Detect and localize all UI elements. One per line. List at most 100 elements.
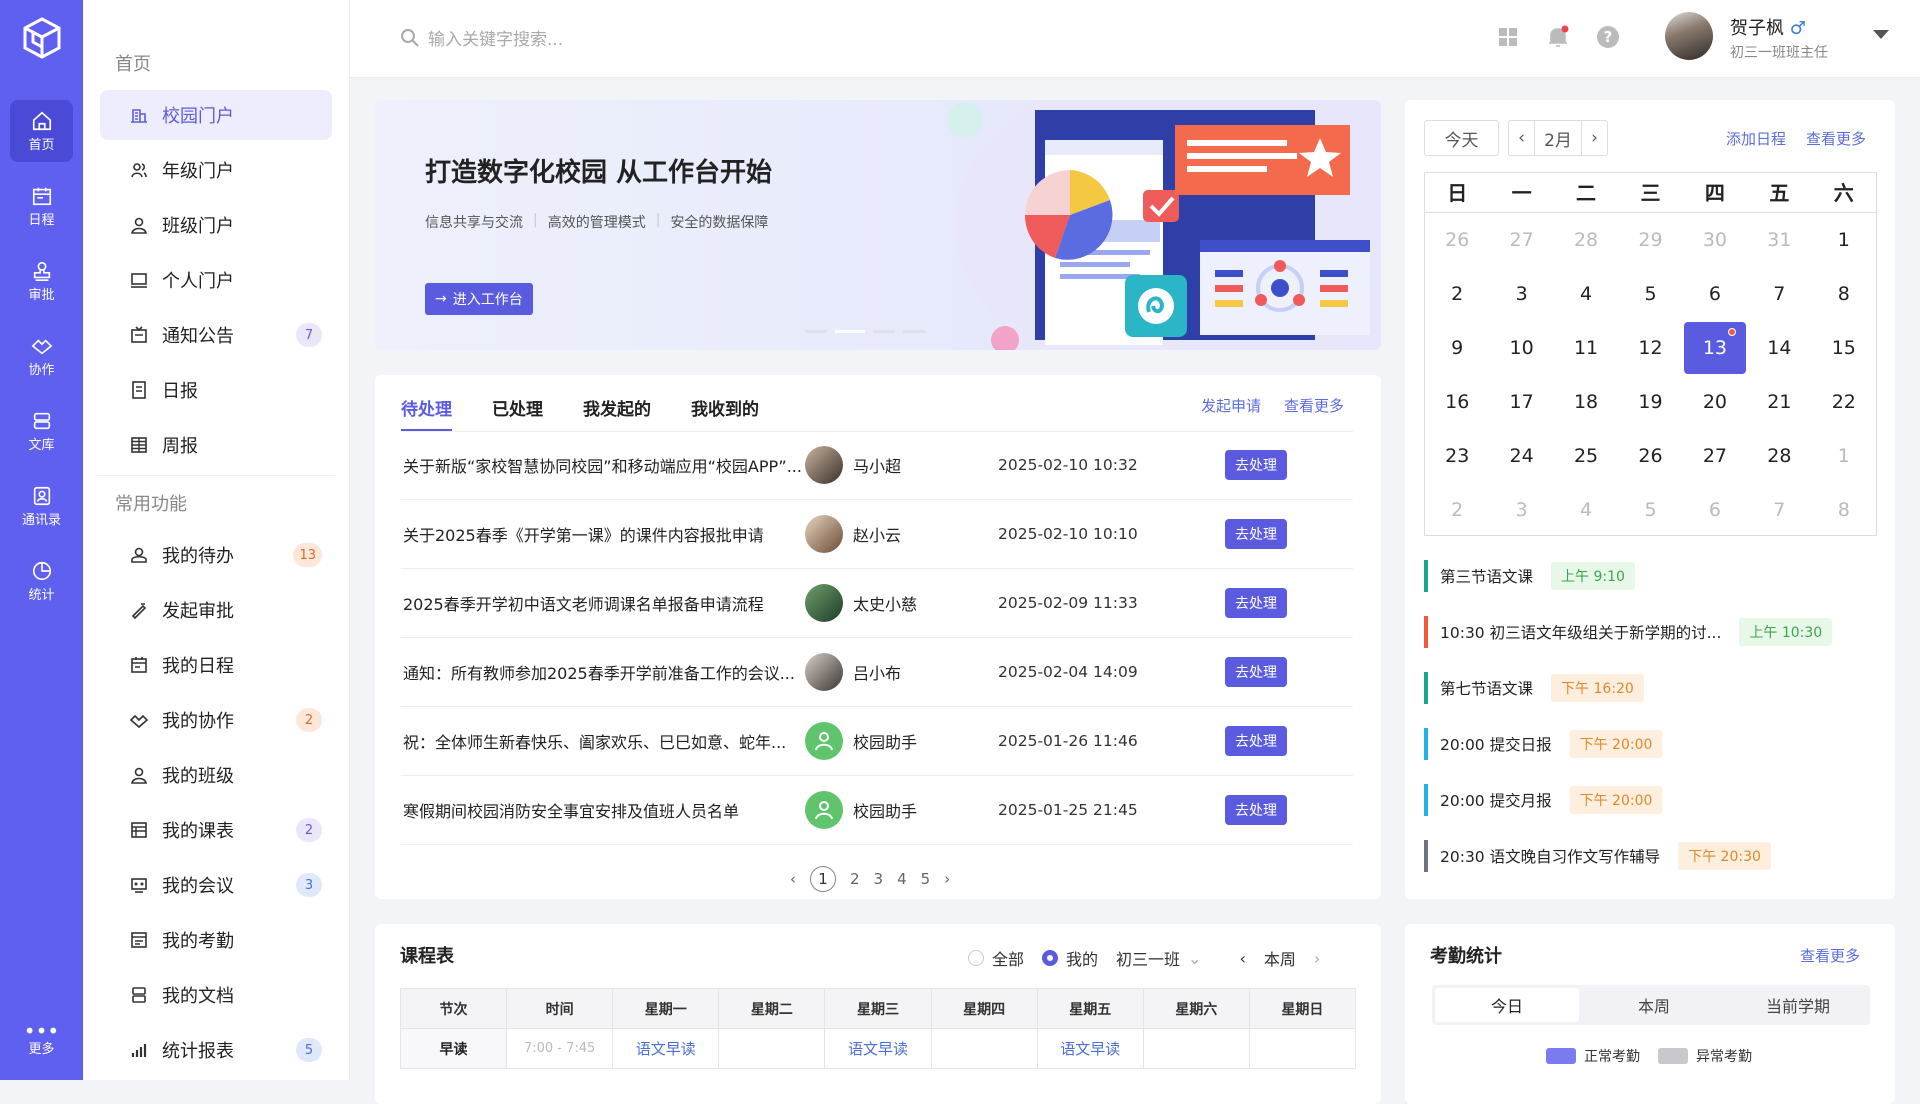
calendar-day[interactable]: 20 <box>1683 375 1747 429</box>
calendar-day[interactable]: 10 <box>1489 321 1553 375</box>
course-cell[interactable]: 语文早读 <box>1036 1028 1144 1069</box>
event-item[interactable]: 第三节语文课 上午 9:10 <box>1424 560 1635 592</box>
process-button[interactable]: 去处理 <box>1225 450 1287 480</box>
calendar-day[interactable]: 21 <box>1747 375 1811 429</box>
add-schedule-link[interactable]: 添加日程 <box>1726 128 1786 149</box>
filter-mine-radio[interactable]: 我的 <box>1042 946 1098 970</box>
sidebar-item-class-portal[interactable]: 班级门户 <box>100 200 332 250</box>
calendar-day[interactable]: 15 <box>1812 321 1876 375</box>
process-button[interactable]: 去处理 <box>1225 657 1287 687</box>
rail-item-home[interactable]: 首页 <box>10 100 73 162</box>
event-item[interactable]: 20:00 提交月报 下午 20:00 <box>1424 784 1663 816</box>
sidebar-item-daily[interactable]: 日报 <box>100 365 332 415</box>
calendar-day[interactable]: 8 <box>1812 267 1876 321</box>
table-row[interactable]: 通知：所有教师参加2025春季开学前准备工作的会议... 吕小布 2025-02… <box>401 638 1353 707</box>
event-item[interactable]: 第七节语文课 下午 16:20 <box>1424 672 1644 704</box>
sidebar-item-my-timetable[interactable]: 我的课表 2 <box>100 805 332 855</box>
process-button[interactable]: 去处理 <box>1225 726 1287 756</box>
calendar-day[interactable]: 27 <box>1489 213 1553 267</box>
calendar-day[interactable]: 8 <box>1812 483 1876 537</box>
calendar-day[interactable]: 7 <box>1747 267 1811 321</box>
calendar-day[interactable]: 5 <box>1618 483 1682 537</box>
calendar-day[interactable]: 2 <box>1425 267 1489 321</box>
apply-link[interactable]: 发起申请 <box>1201 395 1261 416</box>
sidebar-item-notice[interactable]: 通知公告 7 <box>100 310 332 360</box>
rail-item-contacts[interactable]: 通讯录 <box>10 475 73 537</box>
calendar-day[interactable]: 3 <box>1489 267 1553 321</box>
calendar-day[interactable]: 7 <box>1747 483 1811 537</box>
chevron-right-icon[interactable]: › <box>1581 121 1607 155</box>
apps-grid-icon[interactable] <box>1495 24 1521 50</box>
calendar-day[interactable]: 28 <box>1747 429 1811 483</box>
bell-icon[interactable] <box>1545 24 1571 50</box>
rail-item-stats[interactable]: 统计 <box>10 550 73 612</box>
page-3[interactable]: 3 <box>874 870 884 888</box>
course-cell[interactable]: 语文早读 <box>824 1028 932 1069</box>
calendar-day[interactable]: 1 <box>1812 429 1876 483</box>
table-row[interactable]: 2025春季开学初中语文老师调课名单报备申请流程 太史小慈 2025-02-09… <box>401 569 1353 638</box>
page-2[interactable]: 2 <box>850 870 860 888</box>
sidebar-item-my-meeting[interactable]: 我的会议 3 <box>100 860 332 910</box>
table-row[interactable]: 关于新版“家校智慧协同校园”和移动端应用“校园APP”... 马小超 2025-… <box>401 431 1353 500</box>
chevron-right-icon[interactable]: › <box>944 870 950 888</box>
table-row[interactable]: 祝：全体师生新春快乐、阖家欢乐、巳巳如意、蛇年... 校园助手 2025-01-… <box>401 707 1353 776</box>
calendar-day[interactable]: 26 <box>1618 429 1682 483</box>
calendar-day[interactable]: 4 <box>1554 483 1618 537</box>
calendar-day[interactable]: 14 <box>1747 321 1811 375</box>
calendar-day[interactable]: 22 <box>1812 375 1876 429</box>
more-link[interactable]: 查看更多 <box>1806 128 1866 149</box>
sidebar-item-my-class[interactable]: 我的班级 <box>100 750 332 800</box>
chevron-down-icon[interactable] <box>1873 30 1889 39</box>
more-link[interactable]: 查看更多 <box>1800 945 1860 966</box>
calendar-day[interactable]: 16 <box>1425 375 1489 429</box>
chevron-left-icon[interactable]: ‹ <box>1509 121 1535 155</box>
calendar-day[interactable]: 25 <box>1554 429 1618 483</box>
help-icon[interactable]: ? <box>1595 24 1621 50</box>
more-link[interactable]: 查看更多 <box>1284 395 1344 416</box>
chevron-right-icon[interactable]: › <box>1314 949 1320 968</box>
calendar-day[interactable]: 5 <box>1618 267 1682 321</box>
enter-workbench-button[interactable]: → 进入工作台 <box>425 283 533 315</box>
calendar-day[interactable]: 24 <box>1489 429 1553 483</box>
sidebar-item-weekly[interactable]: 周报 <box>100 420 332 470</box>
calendar-day[interactable]: 28 <box>1554 213 1618 267</box>
avatar[interactable] <box>1665 12 1713 60</box>
process-button[interactable]: 去处理 <box>1225 519 1287 549</box>
class-select[interactable]: 初三一班 ⌄ <box>1116 946 1201 970</box>
course-cell[interactable]: 语文早读 <box>612 1028 720 1069</box>
calendar-day[interactable]: 18 <box>1554 375 1618 429</box>
calendar-day[interactable]: 1 <box>1812 213 1876 267</box>
page-1[interactable]: 1 <box>810 866 836 892</box>
chevron-left-icon[interactable]: ‹ <box>1239 949 1245 968</box>
sidebar-item-grade-portal[interactable]: 年级门户 <box>100 145 332 195</box>
chevron-left-icon[interactable]: ‹ <box>790 870 796 888</box>
calendar-day[interactable]: 19 <box>1618 375 1682 429</box>
calendar-day[interactable]: 17 <box>1489 375 1553 429</box>
today-button[interactable]: 今天 <box>1424 120 1499 156</box>
sidebar-item-my-collab[interactable]: 我的协作 2 <box>100 695 332 745</box>
calendar-day[interactable]: 30 <box>1683 213 1747 267</box>
page-5[interactable]: 5 <box>921 870 931 888</box>
process-button[interactable]: 去处理 <box>1225 588 1287 618</box>
tab-today[interactable]: 今日 <box>1435 988 1579 1022</box>
calendar-day[interactable]: 12 <box>1618 321 1682 375</box>
event-item[interactable]: 10:30 初三语文年级组关于新学期的讨... 上午 10:30 <box>1424 616 1833 648</box>
calendar-day[interactable]: 26 <box>1425 213 1489 267</box>
calendar-day[interactable]: 23 <box>1425 429 1489 483</box>
calendar-day[interactable]: 6 <box>1683 267 1747 321</box>
tab-term[interactable]: 当前学期 <box>1726 985 1870 1025</box>
sidebar-item-start-approval[interactable]: 发起审批 <box>100 585 332 635</box>
rail-item-collab[interactable]: 协作 <box>10 325 73 387</box>
tab-received[interactable]: 我收到的 <box>691 395 759 432</box>
rail-item-schedule[interactable]: 日程 <box>10 175 73 237</box>
logo-icon[interactable] <box>12 8 72 68</box>
rail-item-library[interactable]: 文库 <box>10 400 73 462</box>
sidebar-item-campus-portal[interactable]: 校园门户 <box>100 90 332 140</box>
carousel-dots[interactable] <box>805 330 925 333</box>
calendar-day[interactable]: 27 <box>1683 429 1747 483</box>
rail-item-approval[interactable]: 审批 <box>10 250 73 312</box>
sidebar-item-my-docs[interactable]: 我的文档 <box>100 970 332 1020</box>
tab-pending[interactable]: 待处理 <box>401 395 452 432</box>
filter-all-radio[interactable]: 全部 <box>968 946 1024 970</box>
calendar-day[interactable]: 13 <box>1683 322 1747 374</box>
